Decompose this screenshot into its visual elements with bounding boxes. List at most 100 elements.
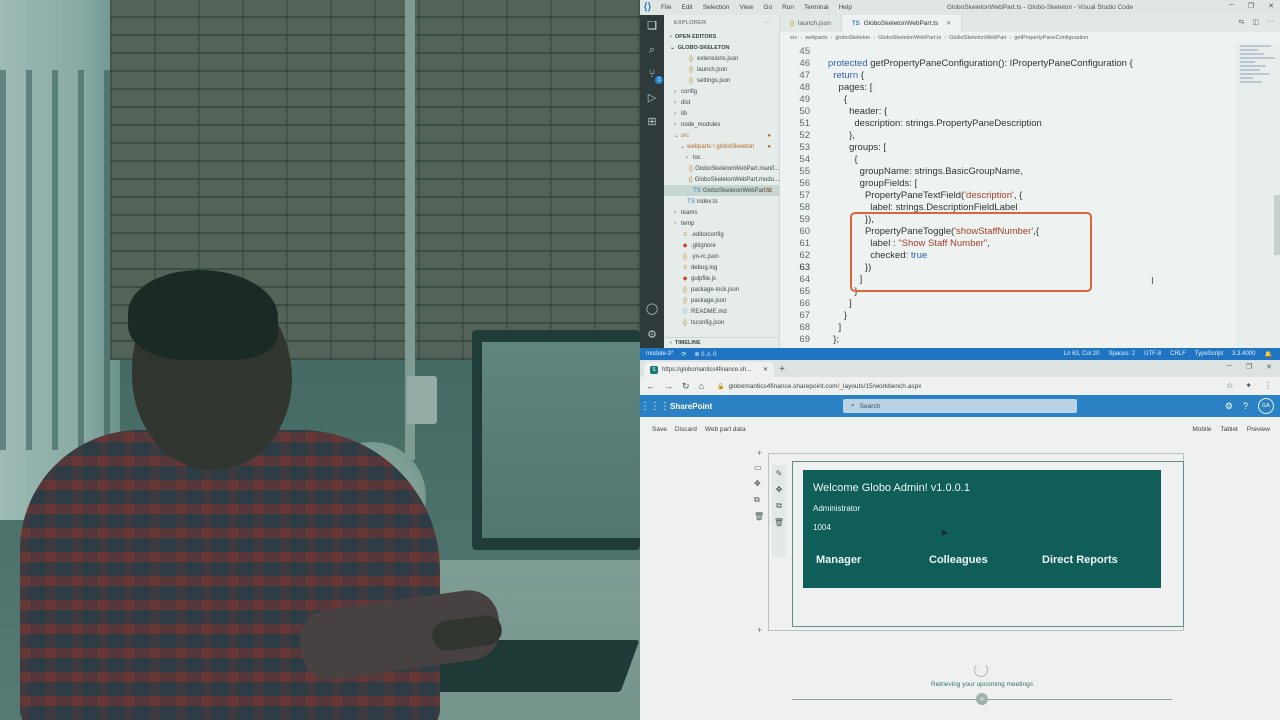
workbench-discard-button[interactable]: Discard	[675, 426, 697, 433]
address-bar[interactable]: 🔒 globomantics4finance.sharepoint.com/_l…	[717, 383, 921, 390]
code-line[interactable]: 56 groupFields: [	[780, 177, 1280, 189]
close-tab-icon[interactable]: ✕	[763, 366, 768, 373]
reload-icon[interactable]: ↻	[682, 381, 690, 392]
menu-item-edit[interactable]: Edit	[681, 4, 692, 11]
ts-version-status[interactable]: 3.3.4000	[1232, 351, 1255, 357]
extensions-puzzle-icon[interactable]: ✦	[1245, 381, 1252, 390]
cursor-position[interactable]: Ln 63, Col 20	[1064, 351, 1100, 357]
tree-item[interactable]: › temp	[664, 218, 779, 229]
tree-item[interactable]: {} GloboSkeletonWebPart.modu...	[664, 174, 779, 185]
workbench-save-button[interactable]: Save	[652, 426, 667, 433]
code-line[interactable]: 51 description: strings.PropertyPaneDesc…	[780, 117, 1280, 129]
eol-status[interactable]: CRLF	[1170, 351, 1186, 357]
menu-item-terminal[interactable]: Terminal	[804, 4, 829, 11]
encoding-status[interactable]: UTF-8	[1144, 351, 1161, 357]
account-icon[interactable]: ◯	[645, 302, 659, 316]
tree-item[interactable]: › loc	[664, 152, 779, 163]
code-line[interactable]: 48 pages: [	[780, 81, 1280, 93]
code-line[interactable]: 49 {	[780, 93, 1280, 105]
menu-item-run[interactable]: Run	[782, 4, 794, 11]
duplicate-webpart-icon[interactable]: ⧉	[776, 501, 782, 511]
search-icon[interactable]: ⌕	[645, 43, 659, 57]
tree-item[interactable]: {} settings.json	[664, 75, 779, 86]
code-line[interactable]: 68 ]	[780, 321, 1280, 333]
webpart-link-direct-reports[interactable]: Direct Reports	[1042, 554, 1118, 566]
timeline-section[interactable]: › TIMELINE	[664, 337, 780, 348]
code-line[interactable]: 66 ]	[780, 297, 1280, 309]
extensions-icon[interactable]: ⊞	[645, 115, 659, 129]
home-icon[interactable]: ⌂	[699, 381, 704, 391]
scrollbar-thumb[interactable]	[1274, 195, 1280, 255]
back-icon[interactable]: ←	[646, 381, 655, 391]
code-line[interactable]: 45	[780, 45, 1280, 57]
minimize-icon[interactable]: ─	[1229, 2, 1234, 10]
breadcrumb-item[interactable]: src	[790, 35, 797, 41]
menu-item-help[interactable]: Help	[839, 4, 852, 11]
workbench-tablet-button[interactable]: Tablet	[1221, 426, 1238, 433]
delete-section-icon[interactable]: 🗑	[754, 512, 764, 521]
edit-section-icon[interactable]: ▭	[754, 463, 764, 472]
breadcrumb-item[interactable]: GloboSkeletonWebPart.ts	[878, 35, 941, 41]
tree-item[interactable]: › node_modules	[664, 119, 779, 130]
tree-item[interactable]: {} package.json	[664, 295, 779, 306]
tree-item[interactable]: {} .yo-rc.json	[664, 251, 779, 262]
code-line[interactable]: 52 },	[780, 129, 1280, 141]
close-icon[interactable]: ✕	[1266, 363, 1272, 371]
code-line[interactable]: 57 PropertyPaneTextField('description', …	[780, 189, 1280, 201]
close-tab-icon[interactable]: ✕	[946, 20, 951, 27]
restore-icon[interactable]: ❐	[1248, 2, 1254, 10]
webpart-link-colleagues[interactable]: Colleagues	[929, 554, 1042, 566]
more-actions-icon[interactable]: ···	[765, 20, 771, 26]
code-line[interactable]: 47 return {	[780, 69, 1280, 81]
delete-webpart-icon[interactable]: 🗑	[774, 518, 784, 527]
tree-item[interactable]: ⓘ README.md	[664, 306, 779, 317]
menu-item-view[interactable]: View	[739, 4, 753, 11]
more-actions-icon[interactable]: ···	[1267, 18, 1274, 26]
tree-item[interactable]: ≡ debug.log	[664, 262, 779, 273]
app-launcher-icon[interactable]: ⋮⋮⋮	[640, 401, 670, 412]
code-line[interactable]: 69 };	[780, 333, 1280, 345]
restore-icon[interactable]: ❐	[1246, 363, 1252, 371]
code-line[interactable]: 50 header: {	[780, 105, 1280, 117]
code-line[interactable]: 46 protected getPropertyPaneConfiguration…	[780, 57, 1280, 69]
menu-item-selection[interactable]: Selection	[703, 4, 730, 11]
browser-tab[interactable]: S https://globomantics4finance.sh... ✕	[644, 362, 774, 377]
project-section[interactable]: ⌄ GLOBO-SKELETON	[664, 42, 779, 53]
search-box[interactable]: ⌕ Search	[843, 399, 1077, 413]
breadcrumb-item[interactable]: GloboSkeletonWebPart	[949, 35, 1006, 41]
tree-item[interactable]: ⌄ src ●	[664, 130, 779, 141]
code-line[interactable]: 54 {	[780, 153, 1280, 165]
breadcrumb-item[interactable]: webparts	[805, 35, 827, 41]
tree-item[interactable]: ◆ .gitignore	[664, 240, 779, 251]
code-line[interactable]: 67 }	[780, 309, 1280, 321]
code-line[interactable]: 53 groups: [	[780, 141, 1280, 153]
code-line[interactable]: 55 groupName: strings.BasicGroupName,	[780, 165, 1280, 177]
code-editor[interactable]: 45 46 protected getPropertyPaneConfigurati…	[780, 45, 1280, 348]
open-editors-section[interactable]: › OPEN EDITORS	[664, 31, 779, 42]
workbench-preview-button[interactable]: Preview	[1247, 426, 1270, 433]
settings-gear-icon[interactable]: ⚙	[645, 328, 659, 342]
settings-gear-icon[interactable]: ⚙	[1225, 401, 1233, 412]
tree-item[interactable]: › teams	[664, 207, 779, 218]
browser-menu-icon[interactable]: ⋮	[1264, 381, 1272, 390]
tree-item[interactable]: › config	[664, 86, 779, 97]
tree-item[interactable]: {} tsconfig.json	[664, 317, 779, 328]
source-control-icon[interactable]: ⑂ 1	[645, 67, 663, 84]
help-icon[interactable]: ?	[1243, 401, 1248, 411]
webpart-link-manager[interactable]: Manager	[816, 554, 929, 566]
edit-webpart-icon[interactable]: ✎	[776, 469, 783, 478]
tree-item[interactable]: TS index.ts	[664, 196, 779, 207]
compare-icon[interactable]: ⇆	[1239, 18, 1245, 26]
language-status[interactable]: TypeScript	[1195, 351, 1223, 357]
bookmark-star-icon[interactable]: ☆	[1226, 381, 1233, 390]
add-webpart-icon[interactable]: +	[976, 693, 988, 705]
tree-item[interactable]: ◆ gulpfile.js	[664, 273, 779, 284]
tree-item[interactable]: {} launch.json	[664, 64, 779, 75]
duplicate-section-icon[interactable]: ⧉	[754, 495, 764, 505]
menu-item-go[interactable]: Go	[763, 4, 772, 11]
sharepoint-brand[interactable]: SharePoint	[670, 402, 712, 411]
menu-item-file[interactable]: File	[661, 4, 671, 11]
tree-item[interactable]: ≡ .editorconfig	[664, 229, 779, 240]
move-webpart-icon[interactable]: ✥	[776, 485, 783, 494]
tree-item[interactable]: ⌄ webparts \ globoSkeleton ●	[664, 141, 779, 152]
